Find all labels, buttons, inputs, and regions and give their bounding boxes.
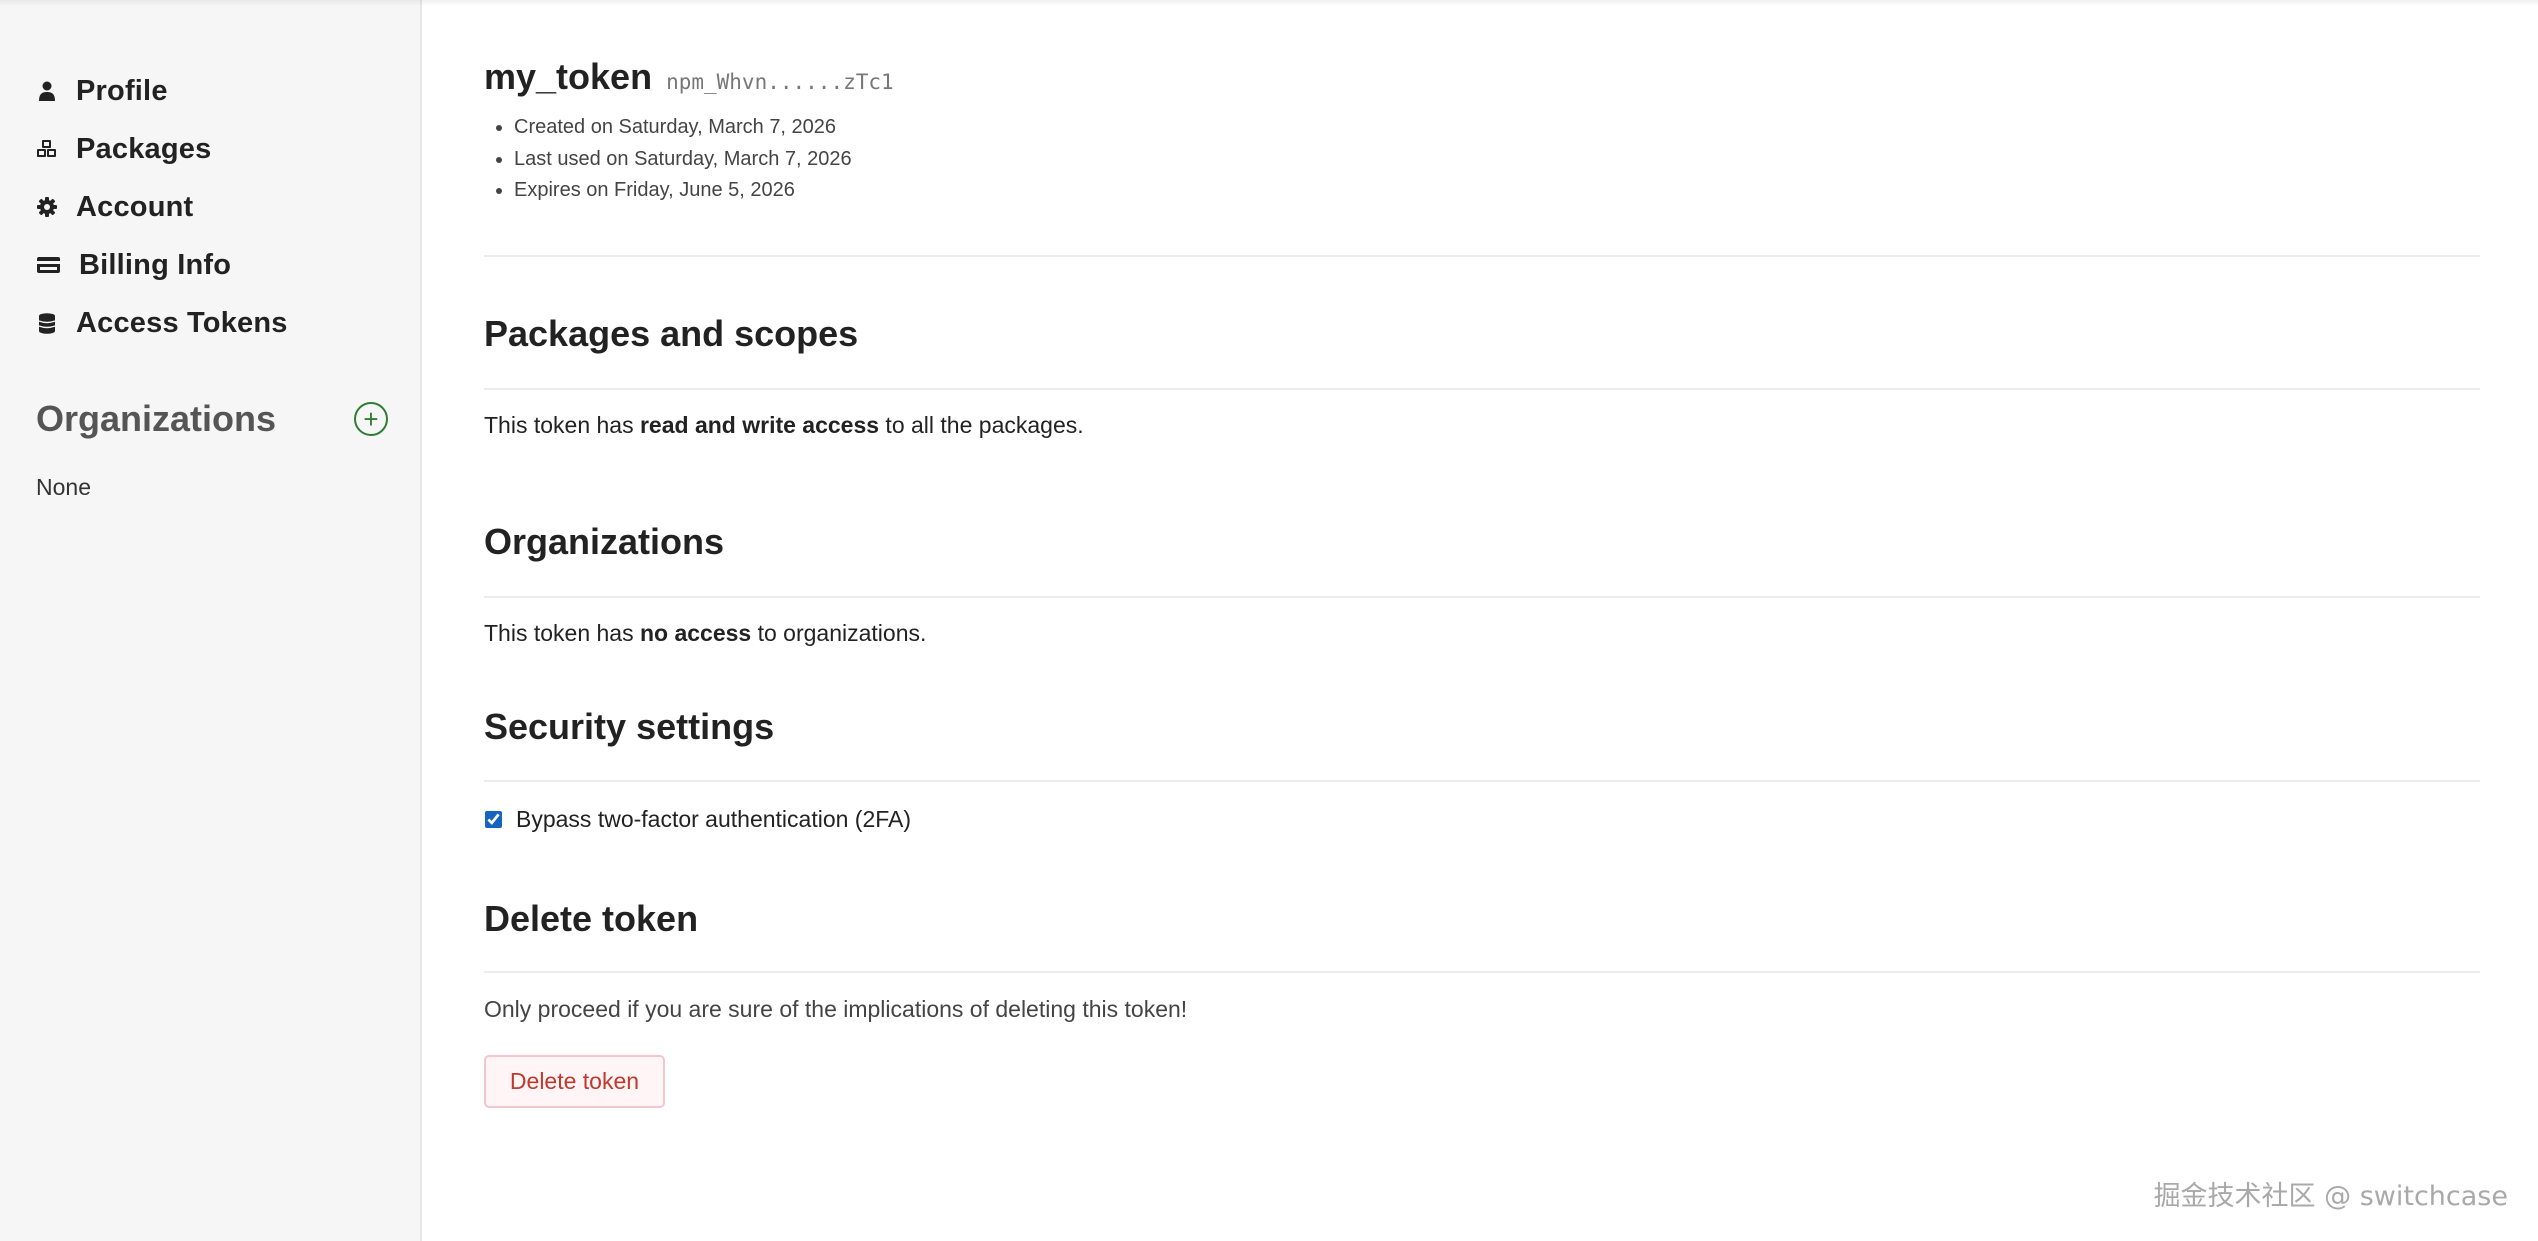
divider	[484, 255, 2480, 257]
security-settings-title: Security settings	[484, 706, 775, 747]
sidebar-item-packages[interactable]: Packages	[36, 120, 396, 178]
text-prefix: This token has	[484, 620, 640, 646]
token-created: Created on Saturday, March 7, 2026	[514, 112, 852, 144]
delete-warning-text: Only proceed if you are sure of the impl…	[484, 996, 1188, 1022]
token-name: my_token	[484, 56, 653, 97]
delete-token-title: Delete token	[484, 898, 699, 939]
add-organization-button[interactable]: +	[354, 402, 388, 436]
sidebar-nav: Profile Packages Account Billing Info Ac…	[36, 62, 396, 352]
sidebar-item-account[interactable]: Account	[36, 178, 396, 236]
text-bold: read and write access	[639, 412, 880, 438]
sidebar: Profile Packages Account Billing Info Ac…	[0, 0, 422, 1241]
top-shadow	[0, 0, 2538, 6]
divider	[484, 971, 2480, 973]
organizations-title: Organizations	[36, 398, 277, 439]
sidebar-item-label: Billing Info	[79, 248, 232, 281]
delete-token-button[interactable]: Delete token	[484, 1055, 665, 1108]
coins-icon	[36, 312, 58, 334]
organizations-section-title: Organizations	[484, 521, 725, 562]
text-bold: no access	[639, 620, 752, 646]
sidebar-item-access-tokens[interactable]: Access Tokens	[36, 294, 396, 352]
gear-icon	[36, 196, 58, 218]
sidebar-item-label: Account	[76, 190, 194, 223]
sidebar-item-label: Access Tokens	[76, 306, 288, 339]
sidebar-item-label: Profile	[76, 74, 168, 107]
organizations-text: This token has no access to organization…	[484, 620, 926, 647]
token-header: my_token npm_Whvn......zTc1	[484, 56, 894, 98]
divider	[484, 388, 2480, 390]
text-prefix: This token has	[484, 412, 640, 438]
plus-icon: +	[363, 404, 379, 434]
divider	[484, 780, 2480, 782]
text-suffix: to all the packages.	[879, 412, 1084, 438]
token-meta-list: Created on Saturday, March 7, 2026 Last …	[484, 112, 852, 207]
user-icon	[36, 80, 58, 102]
watermark: 掘金技术社区 @ switchcase	[2153, 1181, 2508, 1212]
bypass-2fa-checkbox[interactable]	[485, 811, 502, 828]
packages-scopes-title: Packages and scopes	[484, 313, 859, 354]
sidebar-item-billing-info[interactable]: Billing Info	[36, 236, 396, 294]
token-masked-value: npm_Whvn......zTc1	[666, 70, 894, 94]
sidebar-item-label: Packages	[76, 132, 212, 165]
packages-icon	[36, 138, 58, 160]
organizations-header: Organizations +	[36, 394, 388, 444]
token-last-used: Last used on Saturday, March 7, 2026	[514, 144, 852, 176]
sidebar-item-profile[interactable]: Profile	[36, 62, 396, 120]
text-suffix: to organizations.	[751, 620, 927, 646]
packages-scopes-text: This token has read and write access to …	[484, 412, 1084, 439]
token-expires: Expires on Friday, June 5, 2026	[514, 175, 852, 207]
app-root: Profile Packages Account Billing Info Ac…	[0, 0, 2538, 1241]
bypass-2fa-label: Bypass two-factor authentication (2FA)	[516, 806, 912, 832]
bypass-2fa-row[interactable]: Bypass two-factor authentication (2FA)	[484, 806, 911, 833]
organizations-none: None	[36, 474, 91, 500]
divider	[484, 596, 2480, 598]
credit-card-icon	[36, 254, 61, 276]
